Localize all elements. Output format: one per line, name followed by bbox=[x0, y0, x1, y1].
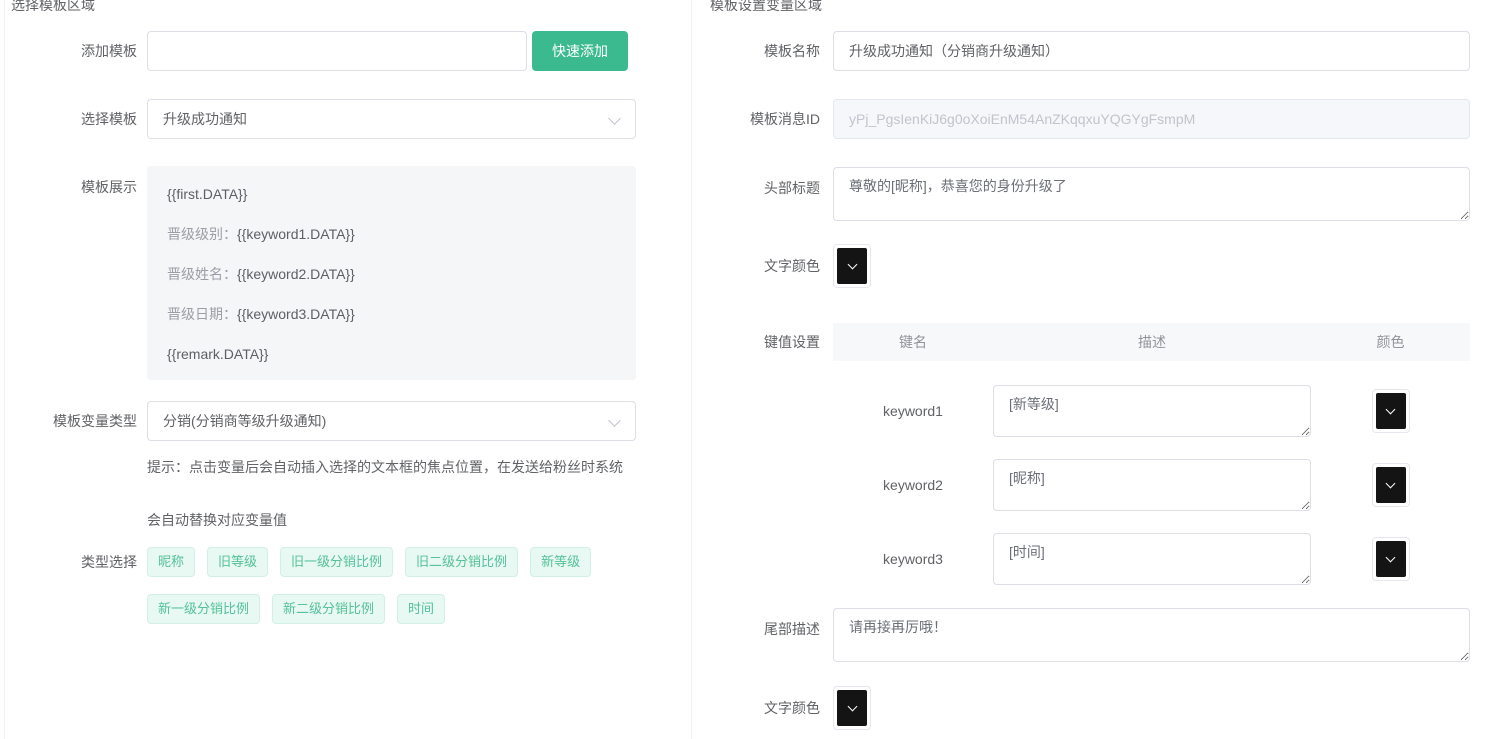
type-select-row: 类型选择 昵称 旧等级 旧一级分销比例 旧二级分销比例 新等级 新一级分销比例 … bbox=[11, 547, 691, 641]
template-line: 晋级日期：{{keyword3.DATA}} bbox=[167, 304, 616, 324]
type-tag-new-level[interactable]: 新等级 bbox=[530, 547, 591, 577]
type-tag-old-ratio2[interactable]: 旧二级分销比例 bbox=[405, 547, 518, 577]
template-display-row: 模板展示 {{first.DATA}} 晋级级别：{{keyword1.DATA… bbox=[11, 166, 691, 380]
select-template-label: 选择模板 bbox=[11, 109, 137, 129]
keyword1-name: keyword1 bbox=[833, 403, 993, 419]
template-line: 晋级级别：{{keyword1.DATA}} bbox=[167, 224, 616, 244]
keyword3-name: keyword3 bbox=[833, 551, 993, 567]
header-title-textarea[interactable]: 尊敬的[昵称]，恭喜您的身份升级了 bbox=[833, 167, 1470, 221]
color-swatch bbox=[837, 248, 867, 284]
variable-type-value: 分销(分销商等级升级通知) bbox=[163, 411, 326, 431]
type-tag-new-ratio2[interactable]: 新二级分销比例 bbox=[272, 594, 385, 624]
type-tag-old-level[interactable]: 旧等级 bbox=[207, 547, 268, 577]
add-template-input[interactable] bbox=[147, 31, 527, 71]
variable-type-dropdown[interactable]: 分销(分销商等级升级通知) bbox=[147, 401, 636, 441]
type-tag-list: 昵称 旧等级 旧一级分销比例 旧二级分销比例 新等级 新一级分销比例 新二级分销… bbox=[147, 547, 647, 641]
keyvalue-row-keyword2: keyword2 [昵称] bbox=[833, 459, 1470, 511]
keyvalue-row-keyword3: keyword3 [时间] bbox=[833, 533, 1470, 585]
column-header-color: 颜色 bbox=[1311, 332, 1470, 352]
keyvalue-table: 键名 描述 颜色 keyword1 [新等级] bbox=[833, 323, 1470, 585]
template-display-label: 模板展示 bbox=[11, 166, 137, 197]
text-color-bottom-row: 文字颜色 bbox=[710, 686, 1505, 730]
text-color-bottom-picker[interactable] bbox=[833, 686, 871, 730]
chevron-down-icon bbox=[1386, 479, 1396, 489]
keyvalue-row-keyword1: keyword1 [新等级] bbox=[833, 385, 1470, 437]
text-color-top-row: 文字颜色 bbox=[710, 244, 1505, 288]
keyvalue-header: 键名 描述 颜色 bbox=[833, 323, 1470, 361]
color-swatch bbox=[1376, 541, 1406, 577]
chevron-down-icon bbox=[847, 260, 857, 270]
template-id-input bbox=[833, 99, 1470, 139]
type-select-label: 类型选择 bbox=[11, 547, 137, 572]
text-color-bottom-label: 文字颜色 bbox=[710, 698, 820, 718]
template-name-row: 模板名称 bbox=[710, 31, 1505, 71]
keyvalue-label: 键值设置 bbox=[710, 323, 820, 352]
template-id-label: 模板消息ID bbox=[710, 109, 820, 129]
select-template-dropdown[interactable]: 升级成功通知 bbox=[147, 99, 636, 139]
add-template-row: 添加模板 快速添加 bbox=[11, 31, 691, 71]
type-tag-new-ratio1[interactable]: 新一级分销比例 bbox=[147, 594, 260, 624]
chevron-down-icon bbox=[847, 702, 857, 712]
header-title-label: 头部标题 bbox=[710, 167, 820, 198]
select-template-row: 选择模板 升级成功通知 bbox=[11, 99, 691, 139]
template-name-input[interactable] bbox=[833, 31, 1470, 71]
variable-type-row: 模板变量类型 分销(分销商等级升级通知) bbox=[11, 401, 691, 441]
color-swatch bbox=[837, 690, 867, 726]
header-title-row: 头部标题 尊敬的[昵称]，恭喜您的身份升级了 bbox=[710, 167, 1505, 221]
color-swatch bbox=[1376, 467, 1406, 503]
text-color-top-picker[interactable] bbox=[833, 244, 871, 288]
template-variables-panel: 模板设置变量区域 模板名称 模板消息ID 头部标题 尊敬的[昵称]，恭喜您的身份… bbox=[692, 0, 1505, 739]
variable-type-label: 模板变量类型 bbox=[11, 411, 137, 431]
template-line: 晋级姓名：{{keyword2.DATA}} bbox=[167, 264, 616, 284]
select-template-value: 升级成功通知 bbox=[163, 109, 247, 129]
footer-desc-label: 尾部描述 bbox=[710, 608, 820, 639]
type-tag-nickname[interactable]: 昵称 bbox=[147, 547, 195, 577]
keyword3-color-picker[interactable] bbox=[1372, 537, 1410, 581]
keyword1-desc-textarea[interactable]: [新等级] bbox=[993, 385, 1311, 437]
template-name-label: 模板名称 bbox=[710, 41, 820, 61]
keyword3-desc-textarea[interactable]: [时间] bbox=[993, 533, 1311, 585]
right-panel-title: 模板设置变量区域 bbox=[710, 0, 1505, 11]
left-panel-title: 选择模板区域 bbox=[11, 0, 691, 11]
keyword1-color-picker[interactable] bbox=[1372, 389, 1410, 433]
text-color-top-label: 文字颜色 bbox=[710, 256, 820, 276]
type-tag-time[interactable]: 时间 bbox=[397, 594, 445, 624]
select-template-panel: 选择模板区域 添加模板 快速添加 选择模板 升级成功通知 模板展示 {{firs… bbox=[5, 0, 692, 739]
keyword2-desc-textarea[interactable]: [昵称] bbox=[993, 459, 1311, 511]
template-id-row: 模板消息ID bbox=[710, 99, 1505, 139]
chevron-down-icon bbox=[608, 414, 621, 427]
footer-desc-textarea[interactable]: 请再接再厉哦！ bbox=[833, 608, 1470, 662]
type-tag-old-ratio1[interactable]: 旧一级分销比例 bbox=[280, 547, 393, 577]
keyword2-name: keyword2 bbox=[833, 477, 993, 493]
template-display-box: {{first.DATA}} 晋级级别：{{keyword1.DATA}} 晋级… bbox=[147, 166, 636, 380]
keyword2-color-picker[interactable] bbox=[1372, 463, 1410, 507]
chevron-down-icon bbox=[1386, 405, 1396, 415]
column-header-desc: 描述 bbox=[993, 332, 1311, 352]
variable-hint-text: 提示：点击变量后会自动插入选择的文本框的焦点位置，在发送给粉丝时系统会自动替换对… bbox=[147, 441, 629, 547]
footer-desc-row: 尾部描述 请再接再厉哦！ bbox=[710, 608, 1505, 662]
column-header-key: 键名 bbox=[833, 332, 993, 352]
color-swatch bbox=[1376, 393, 1406, 429]
template-line: {{remark.DATA}} bbox=[167, 344, 616, 364]
chevron-down-icon bbox=[1386, 553, 1396, 563]
keyvalue-section: 键值设置 键名 描述 颜色 keyword1 [新等级] bbox=[710, 323, 1505, 585]
add-template-label: 添加模板 bbox=[11, 41, 137, 61]
quick-add-button[interactable]: 快速添加 bbox=[532, 31, 628, 71]
template-settings-page: 选择模板区域 添加模板 快速添加 选择模板 升级成功通知 模板展示 {{firs… bbox=[4, 0, 1505, 739]
chevron-down-icon bbox=[608, 112, 621, 125]
template-line: {{first.DATA}} bbox=[167, 184, 616, 204]
